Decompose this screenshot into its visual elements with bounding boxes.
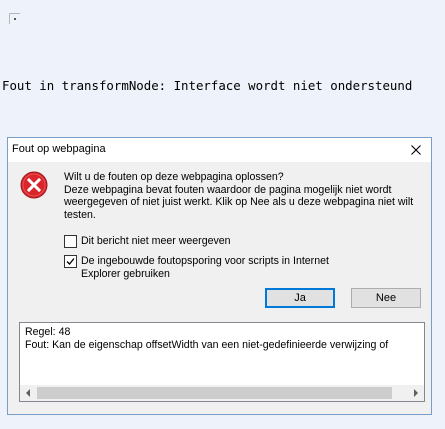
dont-show-again-checkbox[interactable] <box>64 235 77 248</box>
dialog-title: Fout op webpagina <box>12 143 106 155</box>
script-debugging-label-line: De ingebouwde foutopsporing voor scripts… <box>81 255 329 267</box>
script-debugging-label-line: Explorer gebruiken <box>81 267 170 280</box>
scrollbar-thumb[interactable] <box>37 387 392 399</box>
scroll-right-button[interactable] <box>408 385 424 401</box>
error-dialog: Fout op webpagina Wilt u de fouten op de… <box>7 137 432 415</box>
message-line: Wilt u de fouten op deze webpagina oplos… <box>64 171 284 183</box>
dialog-message: Wilt u de fouten op deze webpagina oplos… <box>64 171 420 221</box>
error-details-text: Regel: 48 Fout: Kan de eigenschap offset… <box>25 326 388 351</box>
message-line: weergegeven of niet juist werkt. Klik op… <box>64 196 414 209</box>
page-error-text: Fout in transformNode: Interface wordt n… <box>2 78 413 93</box>
close-button[interactable] <box>401 138 431 162</box>
checkmark-icon <box>66 258 75 265</box>
script-debugging-option[interactable]: De ingebouwde foutopsporing voor scripts… <box>64 255 329 280</box>
message-line: Deze webpagina bevat fouten waardoor de … <box>64 183 392 196</box>
no-button[interactable]: Nee <box>351 288 421 308</box>
script-debugging-checkbox[interactable] <box>64 255 77 268</box>
yes-button[interactable]: Ja <box>265 288 335 308</box>
scroll-left-button[interactable] <box>20 385 36 401</box>
error-icon <box>20 171 48 199</box>
dialog-titlebar[interactable]: Fout op webpagina <box>8 138 431 162</box>
scroll-right-arrow-icon <box>414 389 418 397</box>
error-details-box[interactable]: Regel: 48 Fout: Kan de eigenschap offset… <box>19 322 425 402</box>
close-icon <box>411 145 421 155</box>
dont-show-again-label: Dit bericht niet meer weergeven <box>81 235 231 247</box>
message-line: testen. <box>64 208 96 221</box>
error-description: Fout: Kan de eigenschap offsetWidth van … <box>25 338 389 351</box>
horizontal-scrollbar[interactable] <box>20 385 424 401</box>
scroll-left-arrow-icon <box>26 389 30 397</box>
error-line-number: Regel: 48 <box>25 326 71 338</box>
dont-show-again-option[interactable]: Dit bericht niet meer weergeven <box>64 235 231 248</box>
broken-image-icon <box>9 13 20 24</box>
